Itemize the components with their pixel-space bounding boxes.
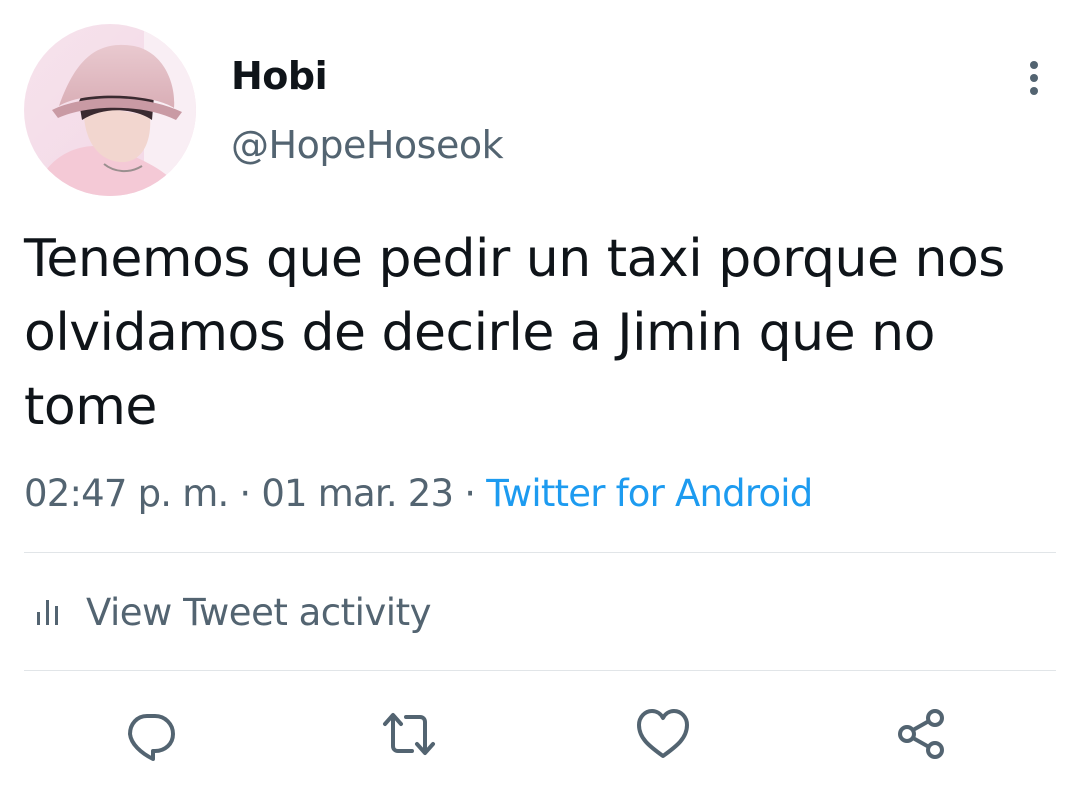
profile-photo <box>24 24 196 196</box>
share-button[interactable] <box>893 706 949 762</box>
display-name[interactable]: Hobi <box>231 52 328 100</box>
reply-button[interactable] <box>123 706 179 762</box>
tweet-source-link[interactable]: Twitter for Android <box>486 472 813 515</box>
meta-separator: · <box>464 472 476 515</box>
user-handle[interactable]: @HopeHoseok <box>231 121 504 169</box>
like-button[interactable] <box>635 706 691 762</box>
divider <box>24 552 1056 553</box>
more-options-button[interactable] <box>1012 56 1056 100</box>
view-tweet-activity-button[interactable]: View Tweet activity <box>24 575 431 649</box>
meta-separator: · <box>239 472 251 515</box>
tweet-date: 01 mar. 23 <box>261 472 454 515</box>
tweet-time: 02:47 p. m. <box>24 472 229 515</box>
tweet-meta: 02:47 p. m. · 01 mar. 23 · Twitter for A… <box>24 469 813 519</box>
reply-icon <box>128 714 175 761</box>
heart-icon <box>637 709 689 758</box>
retweet-button[interactable] <box>381 706 437 762</box>
more-vertical-icon <box>1030 61 1038 95</box>
avatar[interactable] <box>24 24 196 196</box>
bar-chart-icon <box>37 600 58 625</box>
tweet-text: Tenemos que pedir un taxi porque nos olv… <box>24 229 1005 437</box>
divider <box>24 670 1056 671</box>
retweet-icon <box>383 713 435 755</box>
view-tweet-activity-label: View Tweet activity <box>86 590 431 634</box>
share-icon <box>898 709 944 759</box>
